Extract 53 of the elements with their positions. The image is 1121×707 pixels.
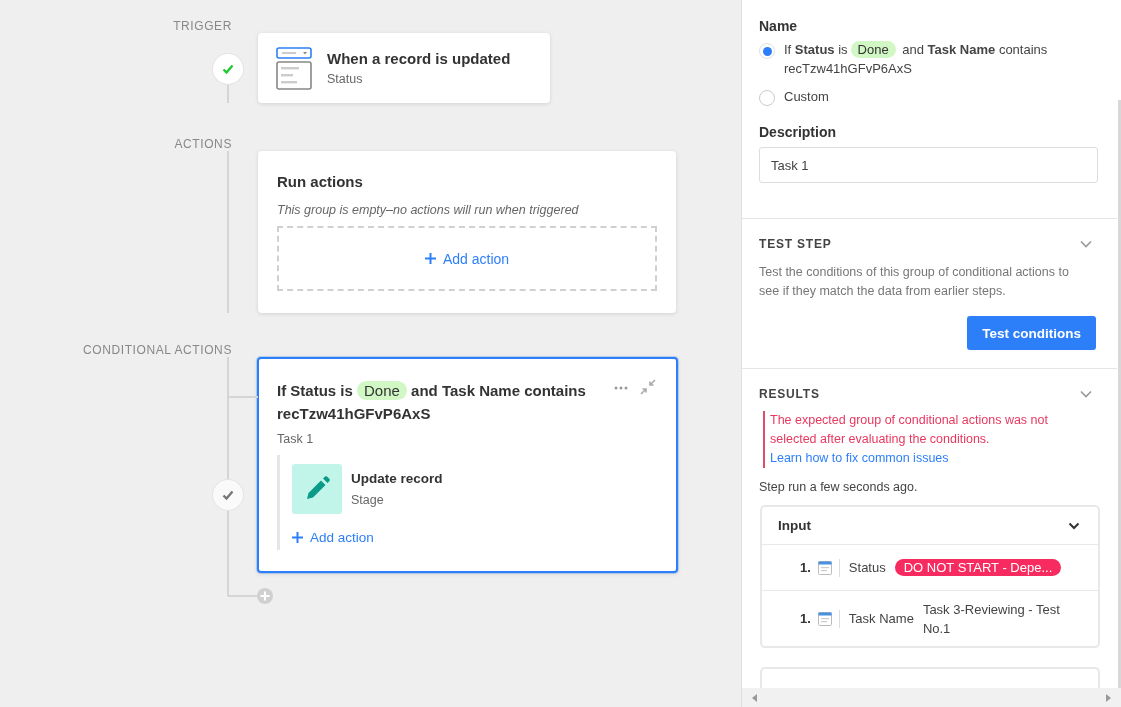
scroll-right-icon[interactable] [1105,693,1111,702]
record-icon [817,560,832,575]
horizontal-scrollbar[interactable] [742,688,1121,707]
section-label: ACTIONS [174,137,232,151]
row-index: 1. [800,611,811,626]
test-conditions-button[interactable]: Test conditions [967,316,1096,350]
field-name: Status [848,560,886,575]
trigger-title: When a record is updated [327,50,511,67]
row-index: 1. [800,560,811,575]
field-value: Task 3-Reviewing - Test No.1 [922,600,1061,638]
section-label: TRIGGER [173,19,232,33]
option-label: Custom [784,88,830,106]
action-item[interactable]: Update record Stage [292,464,659,514]
pencil-icon [292,464,342,514]
chevron-down-icon[interactable] [1068,521,1080,530]
more-icon[interactable] [614,386,628,390]
record-form-icon [276,46,312,90]
trigger-card[interactable]: When a record is updated Status [258,33,550,103]
section-label: CONDITIONAL ACTIONS [83,343,232,357]
record-icon [817,611,832,626]
conditional-group-card[interactable]: If Status is Done and Task Name contains recTzw41hGFvP6AxS Task 1 Update record Stage Add action [257,357,678,573]
test-description: Test the conditions of this group of conditional actions to see if they match the data from earlier steps. [759,264,1070,300]
section-title: RESULTS [759,387,820,401]
condition-title: If Status is Done and Task Name contains recTzw41hGFvP6AxS [277,380,587,424]
input-title: Input [778,518,811,533]
trigger-field: Status [327,72,511,86]
add-action-button[interactable]: Add action [424,250,510,267]
help-link[interactable]: Learn how to fix common issues [770,449,1096,468]
run-time-note: Step run a few seconds ago. [759,480,919,494]
scroll-left-icon[interactable] [752,693,758,702]
action-title: Update record [351,471,443,486]
name-label: Name [759,18,799,34]
radio-button[interactable] [759,43,775,59]
section-title: TEST STEP [759,237,832,251]
action-field: Stage [351,493,443,507]
error-message: The expected group of conditional actions was not selected after evaluating the conditions. [770,412,1049,448]
add-action-button[interactable]: Add action [292,530,374,545]
scrollbar-thumb[interactable] [1118,100,1121,688]
empty-note: This group is empty–no actions will run when triggered [277,203,580,217]
status-tag: DO NOT START - Depe... [894,559,1062,576]
collapse-icon[interactable] [640,379,656,395]
add-step-icon[interactable] [257,588,273,604]
check-icon [222,64,234,74]
group-title: Run actions [277,173,364,190]
group-description: Task 1 [277,432,315,446]
plus-icon [424,253,436,264]
field-name: Task Name [848,611,914,626]
description-field[interactable]: Task 1 [759,147,1098,183]
plus-icon [292,532,303,543]
radio-button[interactable] [759,90,775,106]
check-icon [222,490,234,500]
option-label: If Status is Done and Task Name contains recTzw41hGFvP6AxS [784,40,1049,78]
description-label: Description [759,124,837,140]
